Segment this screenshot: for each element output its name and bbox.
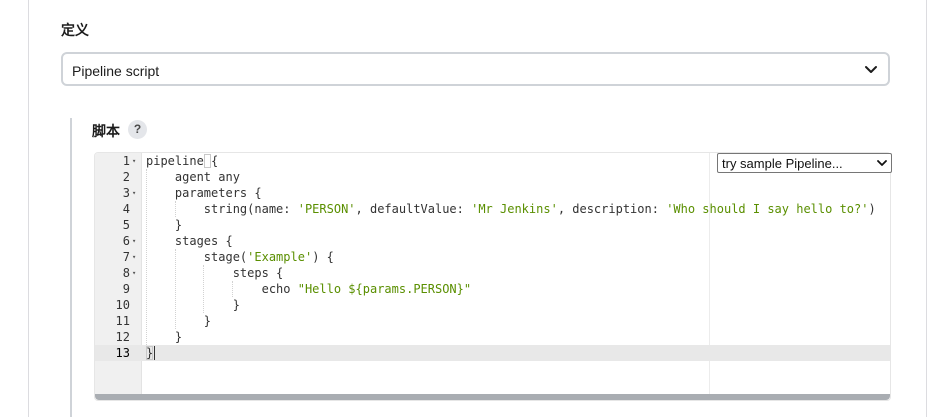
definition-label: 定义 [61,22,89,38]
sample-pipeline-select[interactable]: try sample Pipeline... [717,153,892,173]
fold-arrow-icon[interactable]: ▾ [132,249,136,265]
code-line[interactable]: 13} [95,345,890,361]
code-text: steps { [146,265,284,281]
code-text: string(name: 'PERSON', defaultValue: 'Mr… [146,201,876,217]
code-line[interactable]: 10 } [95,297,890,313]
code-token: steps { [146,266,284,280]
code-line[interactable]: 11 } [95,313,890,329]
code-text: } [146,313,211,329]
string-token: 'Who should I say hello to?' [666,202,869,216]
code-text: } [146,217,182,233]
chevron-down-icon [865,66,877,73]
line-number: 10 [115,298,130,312]
string-token: 'PERSON' [297,202,356,216]
script-editor[interactable]: 1 ▾ pipeline {2 agent any 3 ▾ parameters {4 … [94,152,891,401]
code-token: stages { [146,234,233,248]
string-token: 'Mr Jenkins' [471,202,558,216]
code-text: agent any [146,169,240,185]
fold-arrow-icon[interactable]: ▾ [132,153,136,169]
code-token: stage( [146,250,248,264]
line-number: 13 [115,346,130,360]
definition-select[interactable]: Pipeline script [61,52,890,86]
fold-arrow-icon[interactable]: ▾ [132,185,136,201]
line-number: 12 [115,330,130,344]
help-icon[interactable]: ? [128,120,147,139]
indent-guide [203,265,204,313]
fold-arrow-icon[interactable]: ▾ [132,265,136,281]
script-label: 脚本 [92,123,120,139]
code-token: , description: [557,202,667,216]
fold-arrow-icon[interactable]: ▾ [132,233,136,249]
indent-guide [232,281,233,297]
code-line[interactable]: 3 ▾ parameters { [95,185,890,201]
code-line[interactable]: 9 echo "Hello ${params.PERSON}" [95,281,890,297]
code-line[interactable]: 5 } [95,217,890,233]
code-text: stages { [146,233,233,249]
code-line[interactable]: 6 ▾ stages { [95,233,890,249]
code-token: } [146,314,212,328]
line-number: 11 [115,314,130,328]
code-text: echo "Hello ${params.PERSON}" [146,281,472,297]
code-token: ) { [312,250,334,264]
indent-guide [175,249,176,329]
line-number: 2 [122,170,130,184]
line-number: 9 [122,282,130,296]
line-number: 7 [122,250,130,264]
line-number: 3 [122,186,130,200]
code-text: } [146,297,240,313]
code-token: string(name: [146,202,298,216]
code-token: agent any [146,170,240,184]
line-number: 5 [122,218,130,232]
code-line[interactable]: 4 string(name: 'PERSON', defaultValue: '… [95,201,890,217]
string-token: "Hello ${params.PERSON}" [297,282,472,296]
code-token: } [146,298,240,312]
line-number: 8 [122,266,130,280]
matching-bracket-highlight [146,346,153,360]
code-token: parameters { [146,186,262,200]
code-token: } [146,330,183,344]
horizontal-scrollbar[interactable] [95,394,890,400]
code-text: parameters { [146,185,262,201]
code-token: ) [868,202,876,216]
sample-pipeline-select-value: try sample Pipeline... [722,156,843,171]
string-token: 'Example' [247,250,313,264]
code-line[interactable]: 12 } [95,329,890,345]
text-cursor [154,346,155,360]
code-text: } [146,329,182,345]
matching-bracket-highlight [204,154,211,168]
code-line[interactable]: 7 ▾ stage('Example') { [95,249,890,265]
definition-select-value: Pipeline script [72,63,160,79]
code-token: } [146,218,183,232]
code-token: echo [146,282,298,296]
chevron-down-icon [877,160,887,166]
indent-guide [175,201,176,217]
line-number: 4 [122,202,130,216]
indent-guide [146,169,147,345]
code-line[interactable]: 8 ▾ steps { [95,265,890,281]
code-token: , defaultValue: [355,202,472,216]
line-number: 1 [122,154,130,168]
line-number: 6 [122,234,130,248]
